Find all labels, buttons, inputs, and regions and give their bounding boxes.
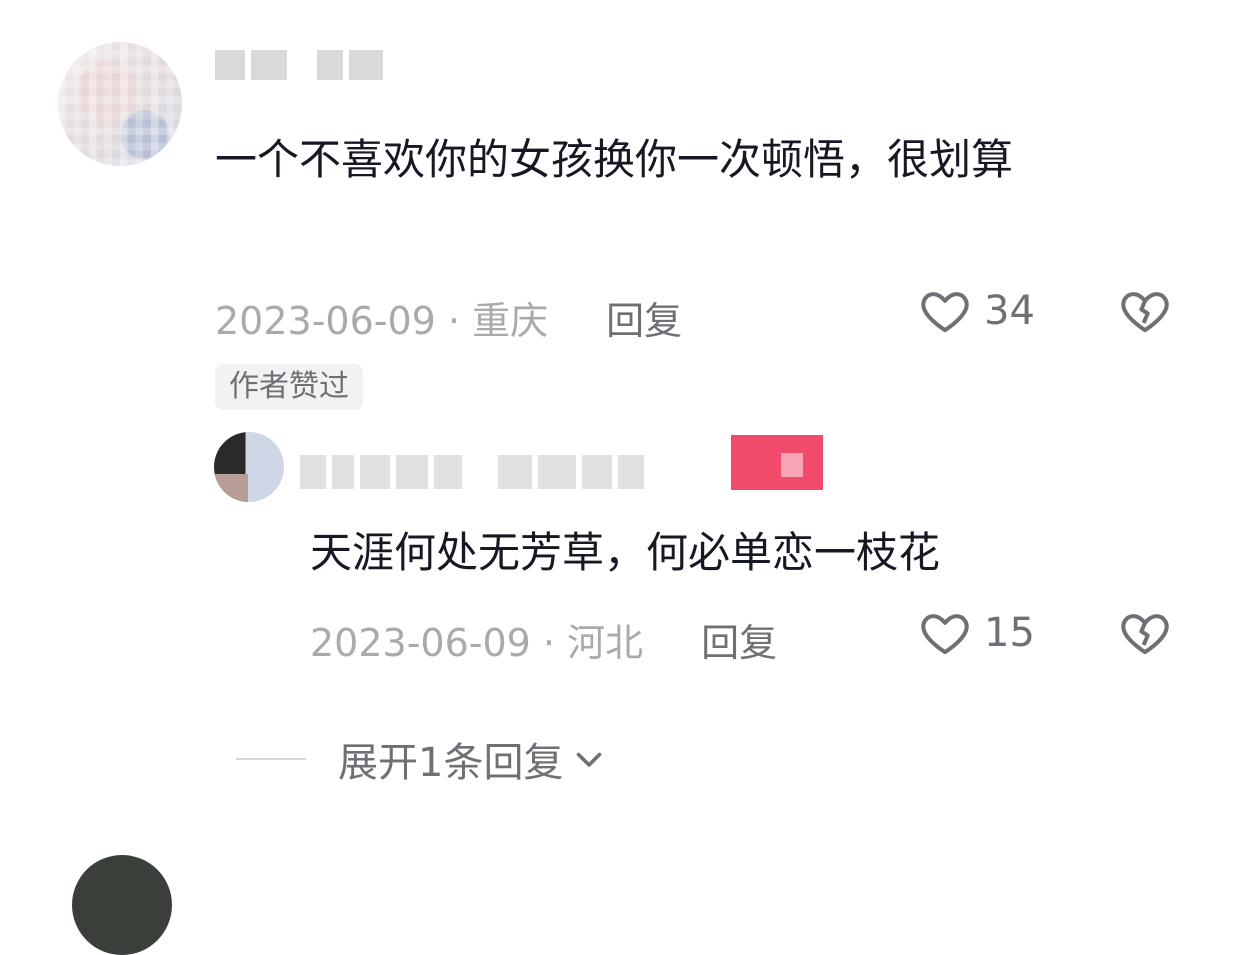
reply-button[interactable]: 回复: [606, 290, 682, 345]
expand-replies-label: 展开1条回复: [338, 740, 564, 786]
broken-heart-icon[interactable]: [1118, 606, 1172, 660]
reply-date-location: 2023-06-09 · 河北: [310, 621, 644, 665]
heart-icon: [921, 292, 969, 333]
reply-like-button[interactable]: 15: [918, 606, 1035, 660]
comment-date-location: 2023-06-09 · 重庆: [215, 299, 549, 343]
expand-replies-button[interactable]: 展开1条回复: [236, 730, 607, 788]
reply-like-count: 15: [984, 610, 1035, 656]
comment-text: 一个不喜欢你的女孩换你一次顿悟，很划算: [215, 135, 1014, 184]
replier-avatar[interactable]: [214, 432, 284, 502]
replier-badge: [731, 435, 823, 490]
commenter-avatar[interactable]: [58, 42, 182, 166]
reply-meta: 2023-06-09 · 河北 回复: [310, 612, 777, 667]
reply-text: 天涯何处无芳草，何必单恋一枝花: [310, 528, 941, 577]
broken-heart-icon[interactable]: [1118, 284, 1172, 338]
replier-name-pixelated[interactable]: [300, 455, 650, 489]
reply-reply-button[interactable]: 回复: [701, 612, 777, 667]
heart-icon: [921, 614, 969, 655]
like-count: 34: [984, 288, 1035, 334]
comment-meta: 2023-06-09 · 重庆 回复: [215, 290, 682, 345]
commenter-name-pixelated[interactable]: [215, 50, 389, 80]
author-liked-badge: 作者赞过: [215, 364, 363, 410]
like-button[interactable]: 34: [918, 284, 1035, 338]
divider-line: [236, 758, 306, 760]
chevron-down-icon: [577, 752, 602, 767]
next-commenter-avatar[interactable]: [72, 855, 172, 955]
